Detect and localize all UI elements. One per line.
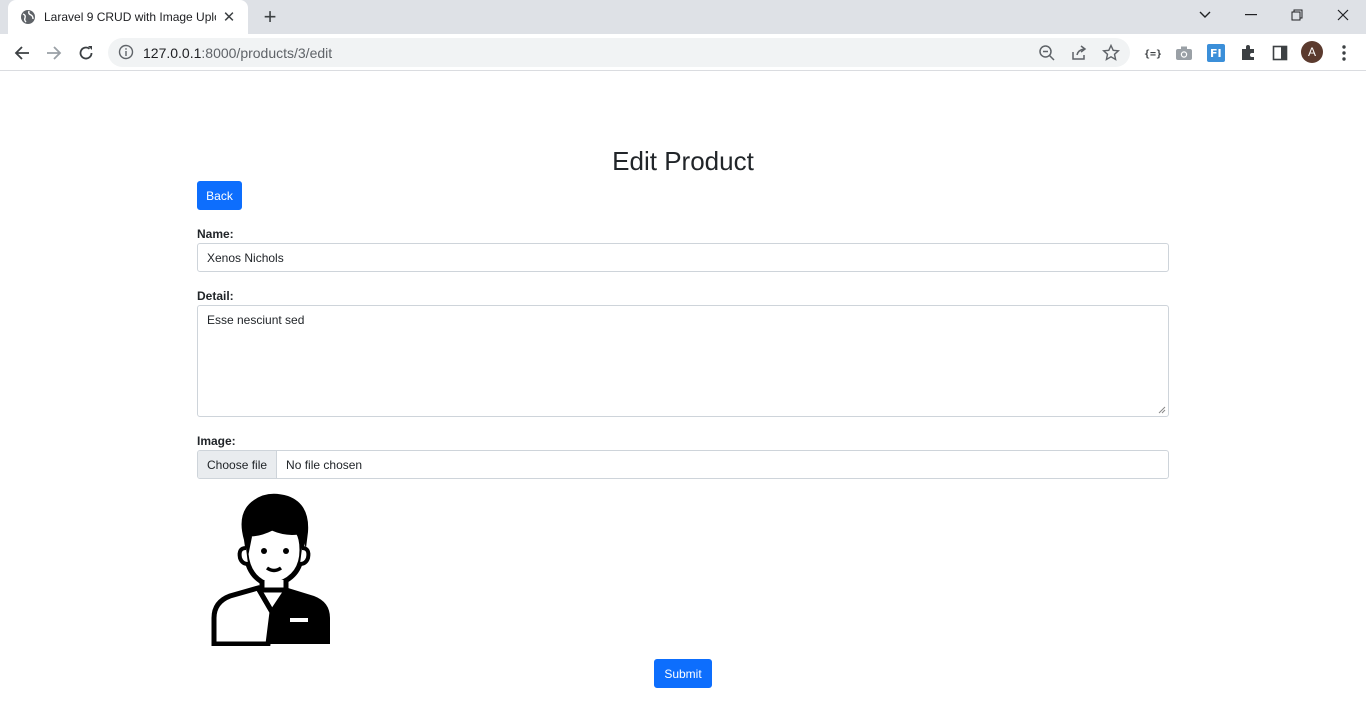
camera-icon[interactable] xyxy=(1174,43,1194,63)
globe-icon xyxy=(21,10,35,24)
page-title: Edit Product xyxy=(612,146,754,176)
puzzle-extensions-icon[interactable] xyxy=(1238,43,1258,63)
url-text[interactable]: 127.0.0.1:8000/products/3/edit xyxy=(143,45,332,61)
tab-title: Laravel 9 CRUD with Image Uploa xyxy=(44,10,216,24)
fi-extension-label: FI xyxy=(1210,47,1222,60)
new-tab-icon[interactable]: + xyxy=(257,4,283,29)
resize-handle-icon[interactable] xyxy=(1158,406,1166,414)
close-tab-icon[interactable]: ✕ xyxy=(220,8,238,26)
address-bar[interactable]: 127.0.0.1:8000/products/3/edit xyxy=(108,38,1130,67)
detail-label: Detail: xyxy=(197,289,234,303)
choose-file-button[interactable]: Choose file xyxy=(198,451,278,478)
detail-text: Esse nesciunt sed xyxy=(207,313,305,327)
share-icon[interactable] xyxy=(1070,44,1088,62)
bookmark-star-icon[interactable] xyxy=(1102,44,1120,62)
file-status: No file chosen xyxy=(286,457,363,472)
url-host: 127.0.0.1 xyxy=(143,45,202,61)
browser-tab[interactable]: Laravel 9 CRUD with Image Uploa ✕ xyxy=(8,0,248,34)
url-path: :8000/products/3/edit xyxy=(201,45,333,61)
kebab-menu-icon[interactable] xyxy=(1334,43,1354,63)
image-label: Image: xyxy=(197,434,236,448)
detail-textarea[interactable]: Esse nesciunt sed xyxy=(197,305,1169,417)
close-window-icon[interactable] xyxy=(1320,0,1366,30)
back-button[interactable]: Back xyxy=(197,181,242,210)
svg-text:{=}: {=} xyxy=(1144,49,1161,60)
product-image-avatar-icon xyxy=(211,493,330,646)
submit-button[interactable]: Submit xyxy=(654,659,712,688)
back-arrow-icon[interactable] xyxy=(7,38,37,68)
reload-icon[interactable] xyxy=(71,38,101,68)
minimize-icon[interactable] xyxy=(1228,0,1274,30)
json-extension-icon[interactable]: {=} xyxy=(1142,43,1162,63)
name-input[interactable] xyxy=(197,243,1169,272)
browser-tabbar: Laravel 9 CRUD with Image Uploa ✕ + xyxy=(0,0,1366,34)
side-panel-icon[interactable] xyxy=(1270,43,1290,63)
info-icon[interactable] xyxy=(118,44,134,60)
profile-avatar[interactable]: A xyxy=(1301,41,1323,63)
browser-toolbar: 127.0.0.1:8000/products/3/edit {=} FI A xyxy=(0,34,1366,71)
restore-icon[interactable] xyxy=(1274,0,1320,30)
name-label: Name: xyxy=(197,227,234,241)
zoom-out-icon[interactable] xyxy=(1038,44,1056,62)
fi-extension-icon[interactable]: FI xyxy=(1206,43,1226,63)
image-file-input[interactable]: Choose file No file chosen xyxy=(197,450,1169,479)
tab-search-icon[interactable] xyxy=(1182,0,1228,30)
forward-arrow-icon[interactable] xyxy=(39,38,69,68)
